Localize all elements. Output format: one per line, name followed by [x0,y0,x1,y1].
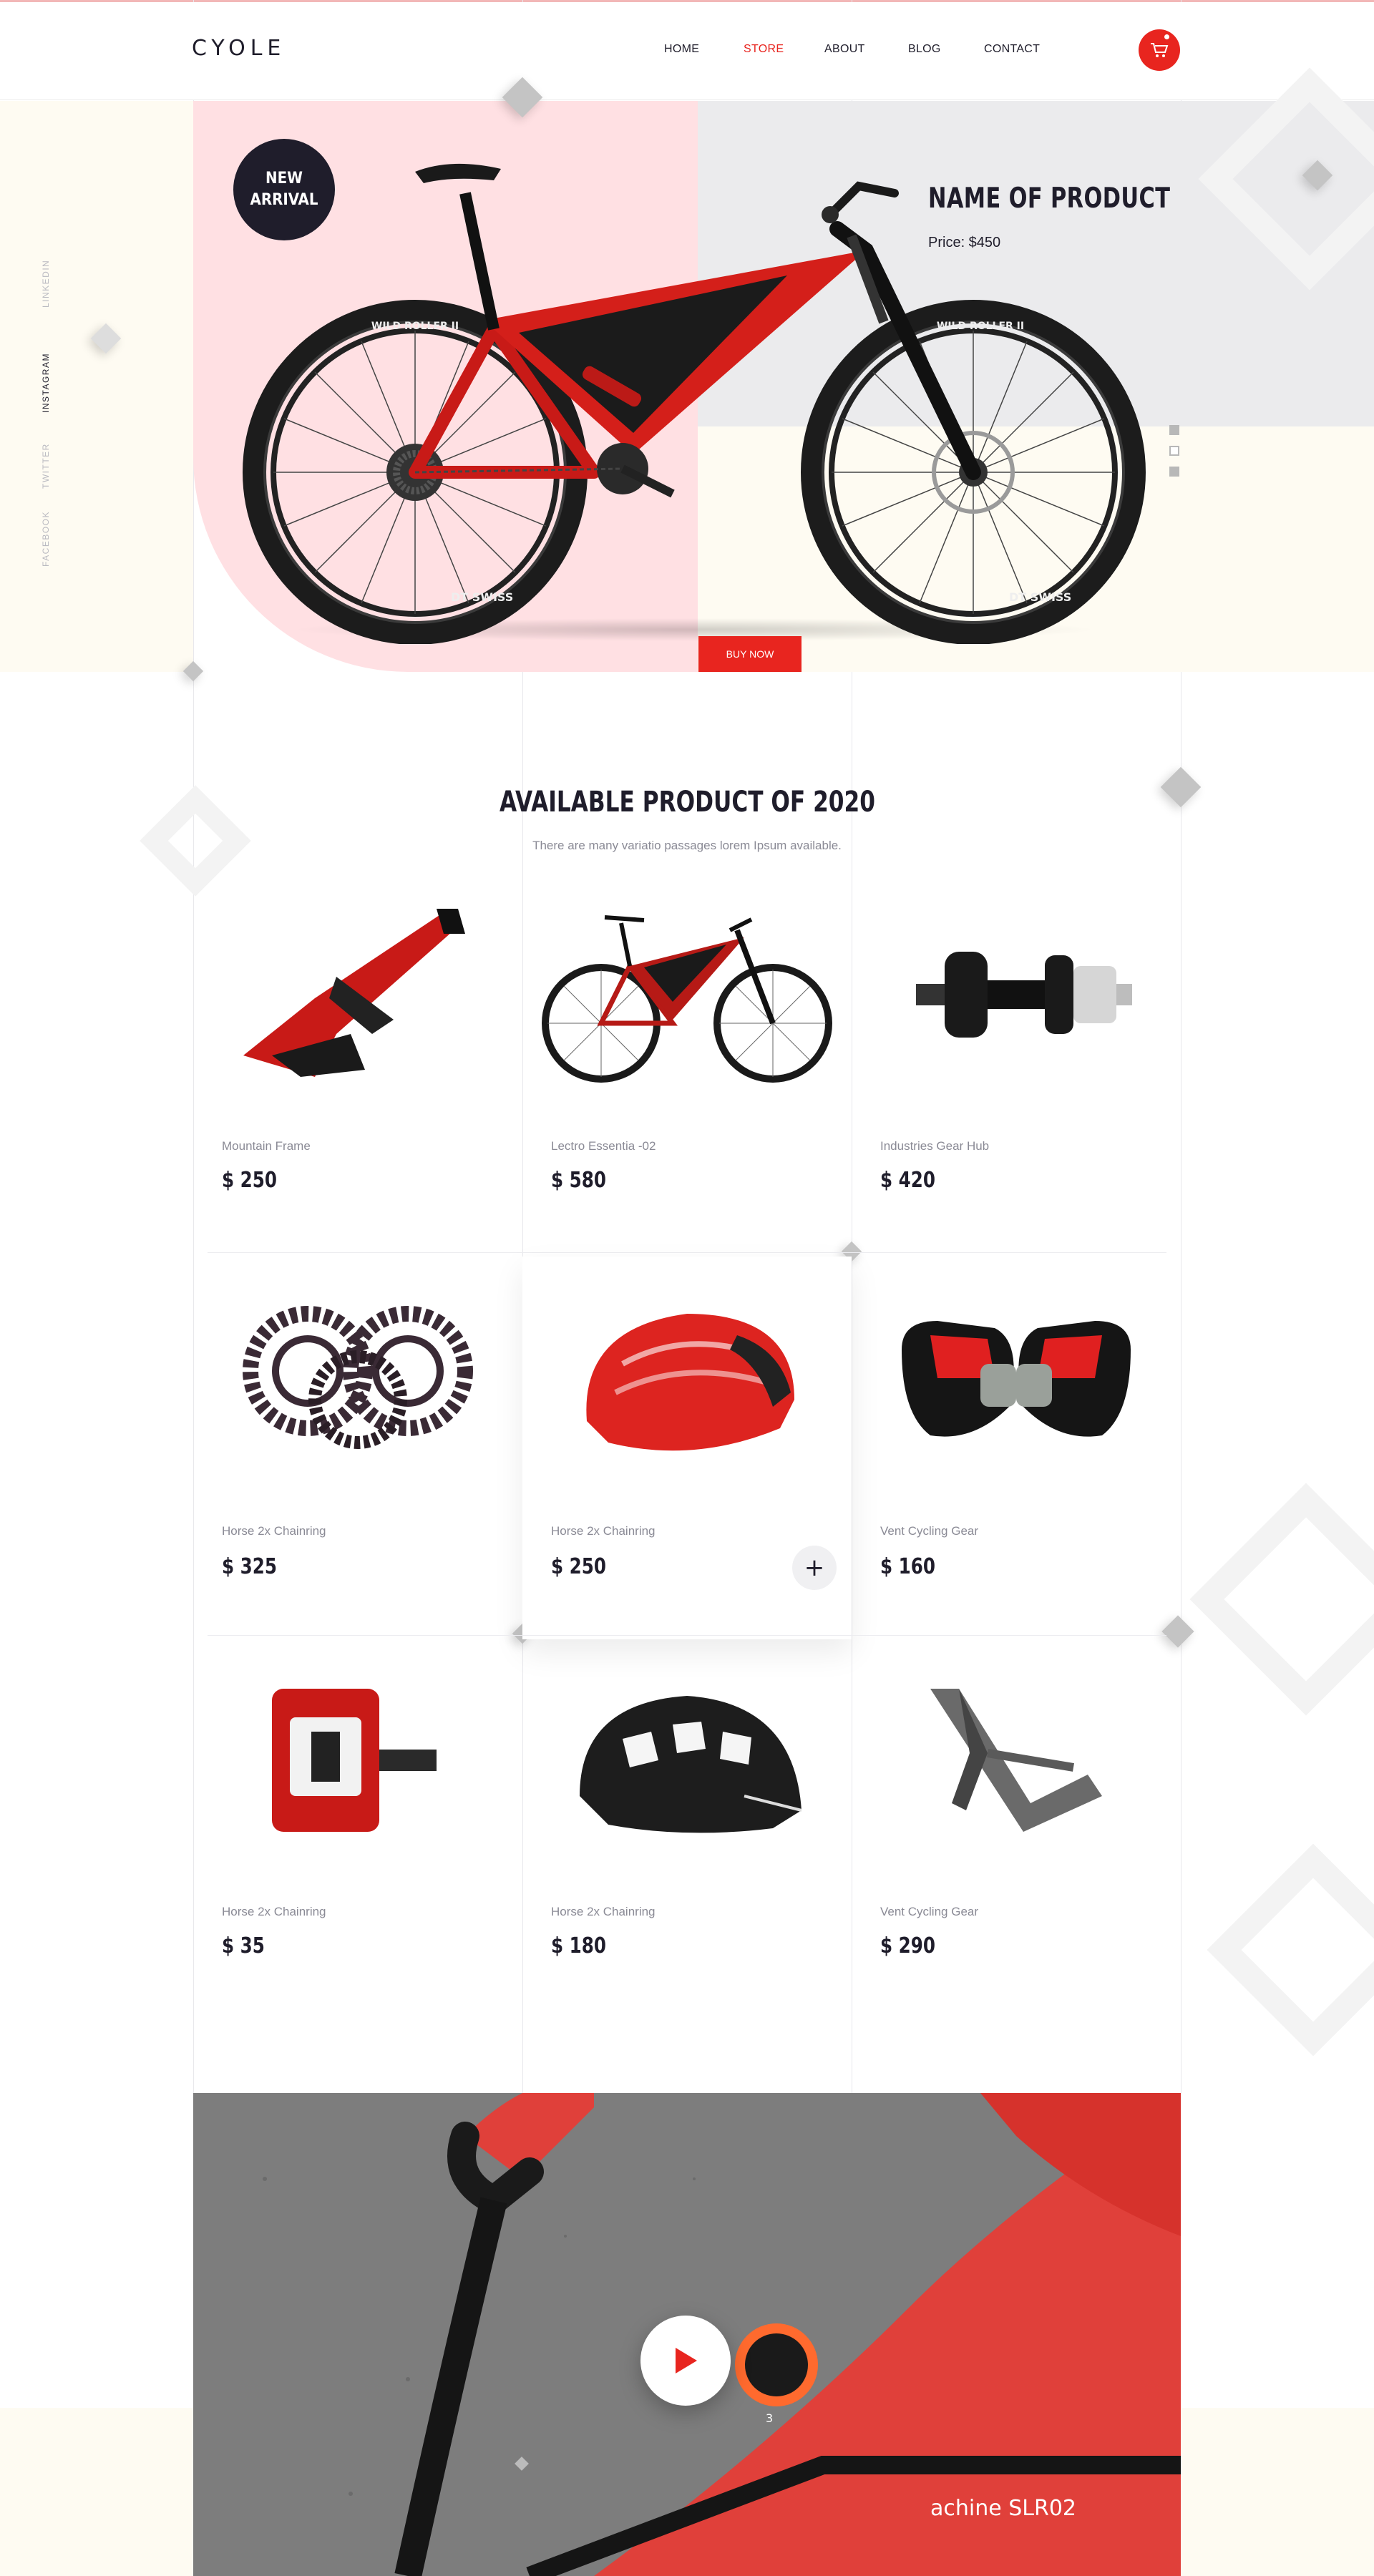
bottom-cream-panel [1181,2408,1374,2576]
hero-product-price: Price: $450 [928,235,1001,250]
frame-icon [866,1653,1166,1868]
product-name: Vent Cycling Gear [880,1905,979,1918]
cart-button[interactable] [1139,29,1180,71]
product-card[interactable]: Horse 2x Chainring $ 180 [522,1639,852,2021]
product-price: $ 160 [880,1554,936,1579]
cart-icon [1151,43,1169,57]
social-twitter[interactable]: TWITTER [41,443,51,489]
buy-now-button[interactable]: BUY NOW [698,636,802,672]
play-video-button[interactable] [640,2316,731,2406]
product-card[interactable]: Vent Cycling Gear $ 290 [852,1639,1181,2021]
nav-blog[interactable]: BLOG [908,43,941,56]
svg-text:3: 3 [766,2411,773,2425]
frame-icon [208,887,508,1102]
product-card[interactable]: Industries Gear Hub $ 420 [852,873,1181,1256]
product-price: $ 325 [222,1554,278,1579]
products-subtitle: There are many variatio passages lorem I… [532,839,842,852]
bicycle-icon [537,887,837,1102]
svg-text:WILD ROLLER II: WILD ROLLER II [371,321,459,332]
pedal-icon [208,1653,508,1868]
product-name: Horse 2x Chainring [551,1524,656,1538]
social-instagram[interactable]: INSTAGRAM [41,353,51,413]
nav-about[interactable]: ABOUT [824,43,865,56]
product-price: $ 250 [551,1554,607,1579]
row-divider [208,1635,1166,1636]
add-to-cart-button[interactable]: + [792,1546,837,1590]
product-price: $ 580 [551,1168,607,1193]
product-price: $ 420 [880,1168,936,1193]
decor-chevron [1207,1843,1374,2057]
product-price: $ 250 [222,1168,278,1193]
play-icon [676,2348,697,2373]
hub-icon [866,887,1166,1102]
social-linkedin[interactable]: LINKEDIN [41,260,51,308]
product-name: Horse 2x Chainring [222,1905,326,1918]
cart-count-dot [1162,32,1171,42]
decor-chevron [1189,1483,1374,1716]
product-name: Horse 2x Chainring [551,1905,656,1918]
product-name: Vent Cycling Gear [880,1524,979,1538]
product-price: $ 35 [222,1933,265,1958]
product-card-highlighted[interactable]: Horse 2x Chainring $ 250 + [522,1257,852,1639]
product-price: $ 180 [551,1933,607,1958]
helmet-icon [537,1271,837,1485]
svg-text:DT SWISS: DT SWISS [451,590,513,604]
svg-text:DT SWISS: DT SWISS [1009,590,1071,604]
hero-product-name: NAME OF PRODUCT [928,182,1171,215]
product-name: Industries Gear Hub [880,1139,990,1153]
product-card[interactable]: Lectro Essentia -02 $ 580 [522,873,852,1256]
slider-dot[interactable] [1169,467,1179,477]
product-name: Horse 2x Chainring [222,1524,326,1538]
helmet-icon [537,1653,837,1868]
product-name: Lectro Essentia -02 [551,1139,656,1153]
social-facebook[interactable]: FACEBOOK [41,511,51,567]
product-card[interactable]: Vent Cycling Gear $ 160 [852,1257,1181,1639]
nav-contact[interactable]: CONTACT [984,43,1040,56]
nav-store[interactable]: STORE [744,43,784,56]
products-title: AVAILABLE PRODUCT OF 2020 [499,786,875,819]
hero-social-panel [0,101,193,672]
gloves-icon [866,1271,1166,1485]
product-card[interactable]: Horse 2x Chainring $ 35 [193,1639,522,2021]
product-card[interactable]: Horse 2x Chainring $ 325 [193,1257,522,1639]
chainring-icon [208,1271,508,1485]
product-card[interactable]: Mountain Frame $ 250 [193,873,522,1256]
bottom-cream-panel [0,2408,193,2576]
svg-text:achine SLR02: achine SLR02 [930,2496,1076,2521]
product-name: Mountain Frame [222,1139,311,1153]
logo[interactable]: CYOLE [192,36,286,61]
hero-bicycle-image: WILD ROLLER II WILD ROLLER II DT SWISS D… [243,163,1146,644]
svg-text:WILD ROLLER II: WILD ROLLER II [937,321,1024,332]
product-price: $ 290 [880,1933,936,1958]
slider-dot[interactable] [1169,425,1179,435]
slider-dot-active[interactable] [1169,446,1179,456]
nav-home[interactable]: HOME [664,43,699,56]
row-divider [208,1252,1166,1253]
